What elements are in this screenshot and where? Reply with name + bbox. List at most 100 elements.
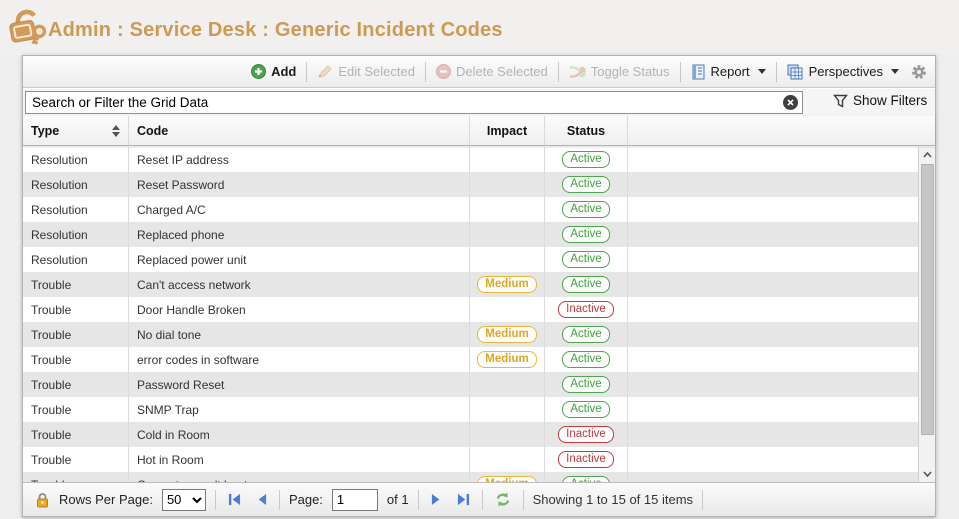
toggle-status-button[interactable]: Toggle Status xyxy=(569,64,670,79)
table-row[interactable]: Trouble Cold in Room Inactive xyxy=(23,422,919,447)
first-page-button[interactable] xyxy=(225,493,244,506)
column-header-code[interactable]: Code xyxy=(129,116,470,145)
cell-filler xyxy=(628,472,919,482)
table-row[interactable]: Resolution Reset Password Active xyxy=(23,172,919,197)
edit-selected-button[interactable]: Edit Selected xyxy=(317,64,415,79)
scrollbar-thumb[interactable] xyxy=(921,164,934,435)
lock-key-icon xyxy=(7,5,49,49)
show-filters-button[interactable]: Show Filters xyxy=(833,93,927,108)
column-header-impact[interactable]: Impact xyxy=(470,116,545,145)
cell-filler xyxy=(628,372,919,397)
table-row[interactable]: Trouble error codes in software Medium A… xyxy=(23,347,919,372)
table-row[interactable]: Resolution Charged A/C Active xyxy=(23,197,919,222)
cell-type: Trouble xyxy=(23,297,129,322)
table-row[interactable]: Trouble Door Handle Broken Inactive xyxy=(23,297,919,322)
cell-code: Hot in Room xyxy=(129,447,470,472)
report-button[interactable]: Report xyxy=(691,64,766,80)
showing-items-label: Showing 1 to 15 of 15 items xyxy=(533,492,693,507)
table-row[interactable]: Trouble Password Reset Active xyxy=(23,372,919,397)
perspectives-layers-icon xyxy=(787,64,804,80)
report-label: Report xyxy=(711,64,750,79)
table-row[interactable]: Resolution Replaced phone Active xyxy=(23,222,919,247)
cell-type: Resolution xyxy=(23,247,129,272)
table-row[interactable]: Resolution Reset IP address Active xyxy=(23,147,919,172)
column-header-type[interactable]: Type xyxy=(23,116,129,145)
cell-status: Active xyxy=(545,372,628,397)
cell-filler xyxy=(628,172,919,197)
cell-impact xyxy=(470,222,545,247)
status-badge: Inactive xyxy=(558,451,614,468)
grid-panel: Add Edit Selected Delete Selected Toggle xyxy=(22,55,936,517)
add-button[interactable]: Add xyxy=(251,64,296,79)
toolbar-separator xyxy=(680,62,681,82)
delete-minus-icon xyxy=(436,64,451,79)
table-row[interactable]: Resolution Replaced power unit Active xyxy=(23,247,919,272)
cell-status: Active xyxy=(545,272,628,297)
cell-filler xyxy=(628,197,919,222)
cell-filler xyxy=(628,222,919,247)
scroll-down-icon[interactable] xyxy=(920,466,935,482)
column-header-impact-label: Impact xyxy=(487,124,527,138)
status-badge: Active xyxy=(562,151,609,168)
toolbar-separator xyxy=(558,62,559,82)
page-header: Admin : Service Desk : Generic Incident … xyxy=(0,0,959,55)
cell-type: Resolution xyxy=(23,172,129,197)
toolbar-separator xyxy=(776,62,777,82)
clear-search-icon[interactable] xyxy=(783,95,798,110)
report-book-icon xyxy=(691,64,706,80)
perspectives-caret-icon xyxy=(891,69,899,74)
column-header-status[interactable]: Status xyxy=(545,116,628,145)
footer-separator xyxy=(523,490,524,510)
cell-impact: Medium xyxy=(470,272,545,297)
cell-impact: Medium xyxy=(470,472,545,482)
table-row[interactable]: Trouble Hot in Room Inactive xyxy=(23,447,919,472)
cell-filler xyxy=(628,397,919,422)
cell-filler xyxy=(628,247,919,272)
cell-impact xyxy=(470,422,545,447)
cell-code: Door Handle Broken xyxy=(129,297,470,322)
cell-status: Active xyxy=(545,397,628,422)
cell-status: Inactive xyxy=(545,447,628,472)
cell-impact xyxy=(470,372,545,397)
rows-per-page-select[interactable]: 50 xyxy=(162,489,206,511)
cell-code: Charged A/C xyxy=(129,197,470,222)
table-row[interactable]: Trouble Can't access network Medium Acti… xyxy=(23,272,919,297)
cell-status: Inactive xyxy=(545,297,628,322)
cell-code: Password Reset xyxy=(129,372,470,397)
footer-separator xyxy=(418,490,419,510)
next-page-button[interactable] xyxy=(428,493,445,506)
cell-status: Active xyxy=(545,347,628,372)
scroll-up-icon[interactable] xyxy=(920,147,935,163)
perspectives-button[interactable]: Perspectives xyxy=(787,64,899,80)
cell-type: Trouble xyxy=(23,422,129,447)
search-input[interactable] xyxy=(25,91,803,114)
prev-page-button[interactable] xyxy=(253,493,270,506)
add-plus-icon xyxy=(251,64,266,79)
status-badge: Inactive xyxy=(558,426,614,443)
impact-badge: Medium xyxy=(477,276,536,293)
search-wrap xyxy=(25,91,803,114)
page-number-input[interactable] xyxy=(332,489,378,511)
table-row[interactable]: Trouble SNMP Trap Active xyxy=(23,397,919,422)
page-label: Page: xyxy=(289,492,323,507)
footer-separator xyxy=(215,490,216,510)
cell-code: Replaced phone xyxy=(129,222,470,247)
delete-selected-button[interactable]: Delete Selected xyxy=(436,64,548,79)
cell-type: Trouble xyxy=(23,447,129,472)
gear-icon[interactable] xyxy=(911,64,927,80)
refresh-button[interactable] xyxy=(492,492,514,507)
vertical-scrollbar[interactable] xyxy=(918,147,935,482)
search-row: Show Filters xyxy=(23,89,935,116)
table-row[interactable]: Trouble No dial tone Medium Active xyxy=(23,322,919,347)
table-row[interactable]: Trouble Computer won't boot up Medium Ac… xyxy=(23,472,919,482)
last-page-button[interactable] xyxy=(454,493,473,506)
status-badge: Active xyxy=(562,401,609,418)
impact-badge: Medium xyxy=(477,351,536,368)
cell-code: Reset IP address xyxy=(129,147,470,172)
cell-status: Active xyxy=(545,472,628,482)
toolbar-separator xyxy=(425,62,426,82)
cell-code: error codes in software xyxy=(129,347,470,372)
add-label: Add xyxy=(271,64,296,79)
cell-impact xyxy=(470,197,545,222)
cell-filler xyxy=(628,422,919,447)
